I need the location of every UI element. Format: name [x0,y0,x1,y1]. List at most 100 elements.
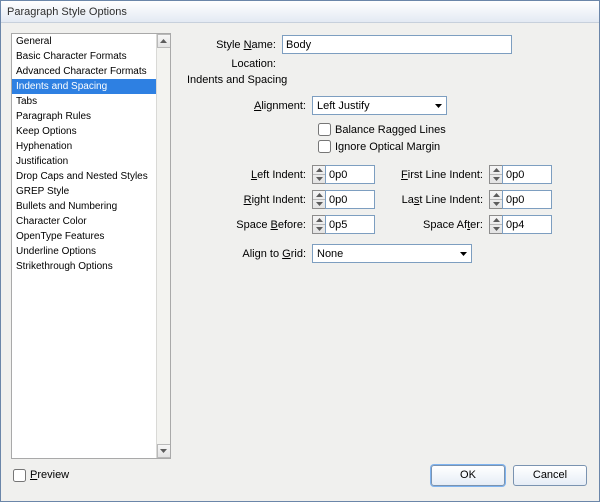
row-left-first: Left Indent: First Line Indent: [187,165,583,190]
right-indent-input[interactable] [325,190,375,209]
spinner-up[interactable] [490,191,502,200]
sidebar-item-hyphenation[interactable]: Hyphenation [12,139,156,154]
spinner-down[interactable] [313,175,325,183]
alignment-select[interactable]: Left Justify [312,96,447,115]
left-indent-input[interactable] [325,165,375,184]
ok-button[interactable]: OK [431,465,505,486]
left-indent-spinner[interactable] [312,165,375,184]
sidebar-item-opentype[interactable]: OpenType Features [12,229,156,244]
preview-checkbox[interactable] [13,469,26,482]
spinner-buttons[interactable] [312,215,325,234]
last-line-indent-spinner[interactable] [489,190,552,209]
spinner-down[interactable] [490,175,502,183]
row-space: Space Before: Space After: [187,215,583,240]
spinner-buttons[interactable] [489,165,502,184]
sidebar-item-grep-style[interactable]: GREP Style [12,184,156,199]
space-before-label: Space Before: [187,219,312,231]
right-indent-spinner[interactable] [312,190,375,209]
ok-label: OK [460,469,476,481]
style-name-input[interactable] [282,35,512,54]
window-title: Paragraph Style Options [7,6,127,18]
section-title: Indents and Spacing [187,74,583,86]
ignore-optical-checkbox[interactable] [318,140,331,153]
chevron-down-icon [493,227,500,231]
group-first-line-indent: First Line Indent: [389,165,552,184]
row-location: Location: [187,58,583,70]
align-to-grid-label: Align to Grid: [187,248,312,260]
sidebar-item-bullets[interactable]: Bullets and Numbering [12,199,156,214]
chevron-down-icon [460,252,467,256]
sidebar-item-basic-char[interactable]: Basic Character Formats [12,49,156,64]
row-style-name: Style Name: [187,35,583,54]
sidebar-item-tabs[interactable]: Tabs [12,94,156,109]
space-after-spinner[interactable] [489,215,552,234]
align-to-grid-select[interactable]: None [312,244,472,263]
footer: Preview OK Cancel [1,459,599,501]
align-to-grid-value: None [317,248,343,260]
cancel-button[interactable]: Cancel [513,465,587,486]
scroll-down-button[interactable] [157,444,171,458]
spinner-up[interactable] [313,166,325,175]
spinner-buttons[interactable] [312,190,325,209]
spinner-buttons[interactable] [489,190,502,209]
chevron-down-icon [316,177,323,181]
chevron-down-icon [493,202,500,206]
spinner-up[interactable] [490,216,502,225]
spinner-up[interactable] [490,166,502,175]
sidebar-item-keep-options[interactable]: Keep Options [12,124,156,139]
left-indent-label: Left Indent: [187,169,312,181]
cancel-label: Cancel [533,469,567,481]
content-area: General Basic Character Formats Advanced… [1,23,599,459]
sidebar-item-advanced-char[interactable]: Advanced Character Formats [12,64,156,79]
spinner-buttons[interactable] [489,215,502,234]
sidebar-item-paragraph-rules[interactable]: Paragraph Rules [12,109,156,124]
spinner-down[interactable] [313,200,325,208]
alignment-value: Left Justify [317,100,370,112]
preview-label: Preview [30,469,69,481]
last-line-indent-input[interactable] [502,190,552,209]
main-panel: Style Name: Location: Indents and Spacin… [181,33,589,459]
row-align-grid: Align to Grid: None [187,244,583,263]
sidebar-item-char-color[interactable]: Character Color [12,214,156,229]
dialog-window: Paragraph Style Options General Basic Ch… [0,0,600,502]
row-balance-ragged: Balance Ragged Lines [318,123,583,136]
first-line-indent-spinner[interactable] [489,165,552,184]
sidebar-item-strikethrough[interactable]: Strikethrough Options [12,259,156,274]
preview-group: Preview [13,469,69,482]
space-before-spinner[interactable] [312,215,375,234]
first-line-indent-label: First Line Indent: [389,169,489,181]
space-before-input[interactable] [325,215,375,234]
ignore-optical-label: Ignore Optical Margin [335,141,440,153]
spinner-up[interactable] [313,191,325,200]
spinner-down[interactable] [490,225,502,233]
chevron-up-icon [493,218,500,222]
group-right-indent: Right Indent: [187,190,375,209]
balance-ragged-checkbox[interactable] [318,123,331,136]
chevron-up-icon [316,168,323,172]
chevron-down-icon [316,202,323,206]
chevron-up-icon [316,218,323,222]
spinner-up[interactable] [313,216,325,225]
space-after-input[interactable] [502,215,552,234]
chevron-down-icon [160,449,167,453]
right-indent-label: Right Indent: [187,194,312,206]
group-space-before: Space Before: [187,215,375,234]
sidebar-item-indents-spacing[interactable]: Indents and Spacing [12,79,156,94]
space-after-label: Space After: [389,219,489,231]
sidebar-item-drop-caps[interactable]: Drop Caps and Nested Styles [12,169,156,184]
sidebar-scrollbar[interactable] [156,34,170,458]
row-right-last: Right Indent: Last Line Indent: [187,190,583,215]
spinner-down[interactable] [490,200,502,208]
chevron-up-icon [493,168,500,172]
row-ignore-optical: Ignore Optical Margin [318,140,583,153]
location-label: Location: [187,58,282,70]
sidebar-item-general[interactable]: General [12,34,156,49]
spinner-down[interactable] [313,225,325,233]
category-list: General Basic Character Formats Advanced… [12,34,156,458]
sidebar-item-justification[interactable]: Justification [12,154,156,169]
sidebar-item-underline[interactable]: Underline Options [12,244,156,259]
scroll-up-button[interactable] [157,34,171,48]
spinner-buttons[interactable] [312,165,325,184]
category-sidebar: General Basic Character Formats Advanced… [11,33,171,459]
first-line-indent-input[interactable] [502,165,552,184]
